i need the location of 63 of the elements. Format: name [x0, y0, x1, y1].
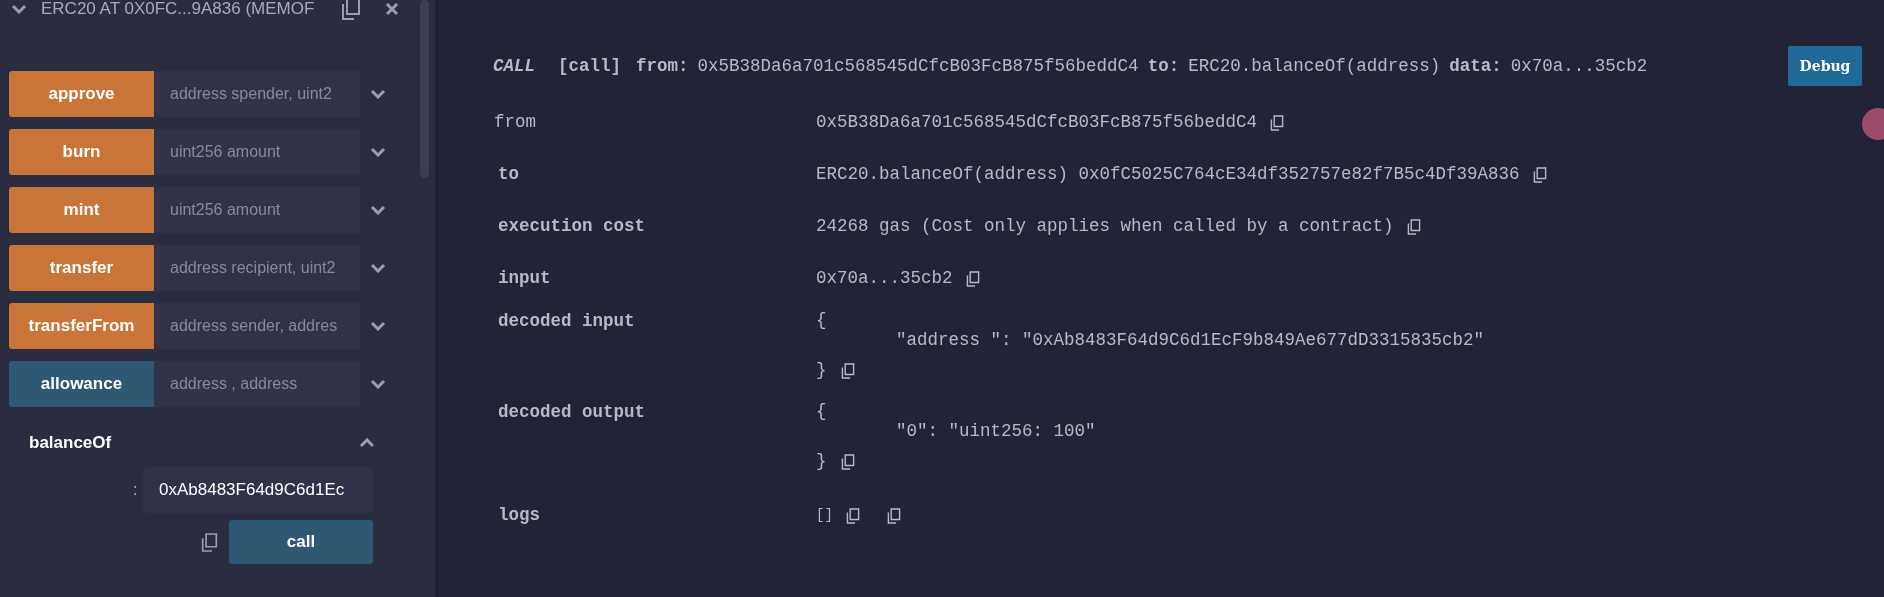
- copy-icon[interactable]: [341, 0, 361, 20]
- object-entry: "0": "uint256: 100": [895, 421, 1096, 442]
- detail-label: from: [494, 112, 537, 133]
- copy-icon[interactable]: [845, 507, 860, 524]
- brace: }: [816, 360, 827, 381]
- chevron-up-icon[interactable]: [359, 438, 375, 448]
- detail-value: []: [816, 506, 833, 525]
- function-button[interactable]: allowance: [9, 361, 154, 407]
- data-value: 0x70a...35cb2: [1510, 55, 1648, 77]
- detail-label: logs: [497, 505, 541, 526]
- detail-label: input: [497, 268, 552, 289]
- function-button[interactable]: transferFrom: [9, 303, 154, 349]
- copy-icon[interactable]: [1532, 166, 1547, 183]
- input-field[interactable]: 0xAb8483F64d9C6d1Ec: [143, 467, 373, 513]
- chevron-icon[interactable]: [11, 4, 27, 14]
- copy-icon[interactable]: [886, 507, 901, 524]
- copy-icon[interactable]: [840, 453, 855, 470]
- brace: {: [816, 402, 828, 421]
- chevron-down-icon[interactable]: [370, 147, 386, 157]
- detail-label: execution cost: [497, 216, 647, 237]
- chevron-down-icon[interactable]: [370, 89, 386, 99]
- detail-value: 0x5B38Da6a701c568545dCfcB03FcB875f56beddC4: [816, 112, 1258, 133]
- brace: }: [816, 451, 827, 472]
- copy-icon[interactable]: [1406, 218, 1421, 235]
- copy-icon[interactable]: [840, 362, 855, 379]
- object-entry: "address ": "0xAb8483F64d9C6d1EcF9b849Ae677dD3315835cb2": [895, 330, 1485, 351]
- to-label: to:: [1147, 55, 1180, 77]
- detail-label: decoded input: [497, 311, 636, 333]
- detail-value: ERC20.balanceOf(address) 0x0fC5025C764cE34df352757e82f7B5c4Df39A836: [816, 164, 1520, 185]
- param-label: :: [133, 481, 139, 499]
- function-button[interactable]: burn: [9, 129, 154, 175]
- copy-icon[interactable]: [1270, 114, 1285, 131]
- function-button[interactable]: approve: [9, 71, 154, 117]
- input-field[interactable]: address spender, uint2: [154, 71, 360, 117]
- to-function: ERC20.balanceOf(address): [1188, 55, 1441, 77]
- from-address: 0x5B38Da6a701c568545dCfcB03FcB875f56beddC4: [697, 55, 1139, 77]
- copy-icon[interactable]: [965, 270, 980, 287]
- input-field[interactable]: address sender, addres: [154, 303, 360, 349]
- detail-label: to: [497, 164, 520, 185]
- input-field[interactable]: uint256 amount: [154, 129, 360, 175]
- function-name: balanceOf: [29, 433, 112, 453]
- chevron-down-icon[interactable]: [370, 379, 386, 389]
- data-label: data:: [1449, 55, 1502, 77]
- brace: {: [816, 311, 828, 330]
- input-field[interactable]: uint256 amount: [154, 187, 360, 233]
- input-field[interactable]: address recipient, uint2: [154, 245, 360, 291]
- detail-value: 24268 gas (Cost only applies when called by a contract): [816, 216, 1394, 237]
- instance-title: ERC20 AT 0X0FC...9A836 (MEMOF: [41, 0, 316, 19]
- chevron-down-icon[interactable]: [370, 205, 386, 215]
- copy-icon[interactable]: [201, 532, 218, 552]
- detail-value: 0x70a...35cb2: [816, 268, 953, 289]
- detail-label: decoded output: [497, 402, 647, 424]
- from-label: from:: [636, 55, 689, 77]
- chevron-down-icon[interactable]: [370, 263, 386, 273]
- function-button[interactable]: transfer: [9, 245, 154, 291]
- close-icon[interactable]: [385, 2, 399, 16]
- chevron-down-icon[interactable]: [370, 321, 386, 331]
- function-button[interactable]: mint: [9, 187, 154, 233]
- call-button[interactable]: call: [229, 520, 373, 564]
- call-type: [call]: [558, 55, 622, 77]
- debug-button[interactable]: Debug: [1788, 46, 1862, 86]
- call-tag: CALL: [493, 55, 535, 77]
- input-field[interactable]: address , address: [154, 361, 360, 407]
